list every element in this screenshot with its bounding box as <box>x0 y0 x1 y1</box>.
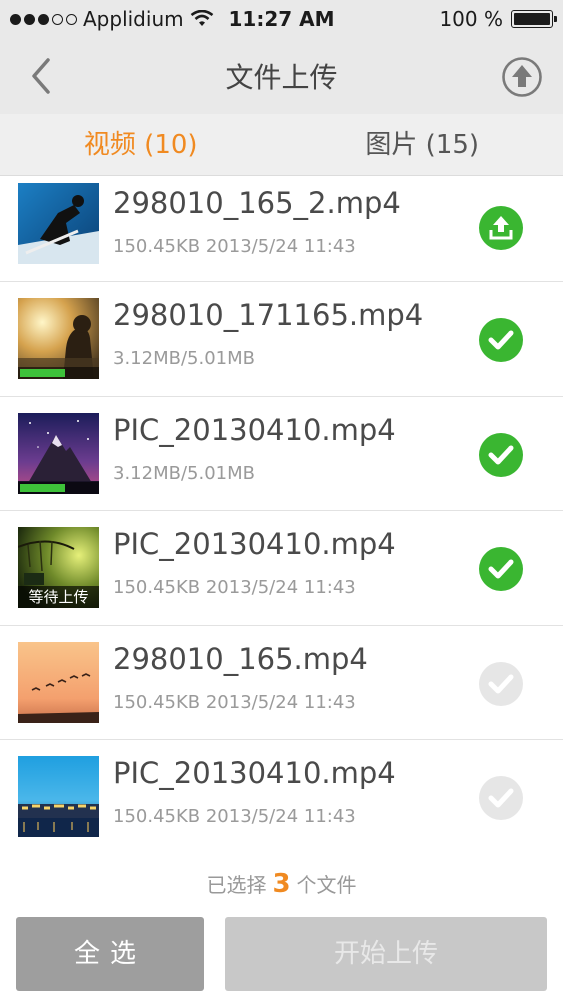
upload-circle-icon[interactable] <box>501 56 543 98</box>
video-thumbnail <box>18 298 99 379</box>
file-name: 298010_165.mp4 <box>113 641 368 676</box>
screen: Applidium 11:27 AM 100 % 文件上传 视频 (10) 图片… <box>0 0 563 1000</box>
progress-bar <box>18 367 99 379</box>
file-meta: 150.45KB 2013/5/24 11:43 <box>113 236 356 257</box>
file-name: PIC_20130410.mp4 <box>113 412 396 447</box>
waiting-upload-label: 等待上传 <box>18 586 99 608</box>
file-list: 298010_165_2.mp4 150.45KB 2013/5/24 11:4… <box>0 176 563 855</box>
status-bar: Applidium 11:27 AM 100 % <box>0 0 563 38</box>
battery-icon <box>511 10 557 28</box>
start-upload-button[interactable]: 开始上传 <box>225 917 547 991</box>
selected-prefix: 已选择 <box>206 873 267 897</box>
file-name: 298010_171165.mp4 <box>113 298 424 332</box>
check-icon[interactable] <box>479 547 523 591</box>
selected-count-text: 已选择 3 个文件 <box>0 869 563 899</box>
file-meta: 150.45KB 2013/5/24 11:43 <box>113 691 356 713</box>
check-icon[interactable] <box>479 432 523 477</box>
video-thumbnail <box>18 412 99 494</box>
file-meta: 150.45KB 2013/5/24 11:43 <box>113 577 356 598</box>
video-thumbnail: 等待上传 <box>18 527 99 608</box>
file-meta: 150.45KB 2013/5/24 11:43 <box>113 806 356 827</box>
footer: 已选择 3 个文件 全选 开始上传 <box>0 853 563 1000</box>
check-icon[interactable] <box>479 776 523 820</box>
file-meta: 3.12MB/5.01MB <box>113 348 255 369</box>
check-icon[interactable] <box>479 661 523 706</box>
top-bar: Applidium 11:27 AM 100 % 文件上传 <box>0 0 563 114</box>
list-item[interactable]: PIC_20130410.mp4 3.12MB/5.01MB <box>0 396 563 511</box>
list-item[interactable]: 298010_165_2.mp4 150.45KB 2013/5/24 11:4… <box>0 176 563 282</box>
tab-videos[interactable]: 视频 (10) <box>0 114 282 175</box>
navbar: 文件上传 <box>0 38 563 114</box>
progress-bar <box>18 481 99 494</box>
status-right: 100 % <box>439 7 557 31</box>
selected-suffix: 个文件 <box>296 873 357 897</box>
tab-bar: 视频 (10) 图片 (15) <box>0 114 563 176</box>
select-all-button[interactable]: 全选 <box>16 917 204 991</box>
file-name: 298010_165_2.mp4 <box>113 186 401 220</box>
check-icon[interactable] <box>479 318 523 362</box>
selected-count: 3 <box>272 869 291 899</box>
upload-status-icon[interactable] <box>479 206 523 250</box>
list-item[interactable]: 298010_165.mp4 150.45KB 2013/5/24 11:43 <box>0 625 563 740</box>
video-thumbnail <box>18 756 99 837</box>
file-name: PIC_20130410.mp4 <box>113 756 396 790</box>
tab-pictures[interactable]: 图片 (15) <box>282 114 563 175</box>
video-thumbnail <box>18 183 99 264</box>
file-name: PIC_20130410.mp4 <box>113 527 396 561</box>
file-meta: 3.12MB/5.01MB <box>113 462 255 484</box>
list-item[interactable]: 298010_171165.mp4 3.12MB/5.01MB <box>0 282 563 397</box>
list-item[interactable]: 等待上传 PIC_20130410.mp4 150.45KB 2013/5/24… <box>0 511 563 626</box>
video-thumbnail <box>18 641 99 723</box>
battery-percent: 100 % <box>439 7 503 31</box>
list-item[interactable]: PIC_20130410.mp4 150.45KB 2013/5/24 11:4… <box>0 740 563 855</box>
page-title: 文件上传 <box>225 61 338 94</box>
